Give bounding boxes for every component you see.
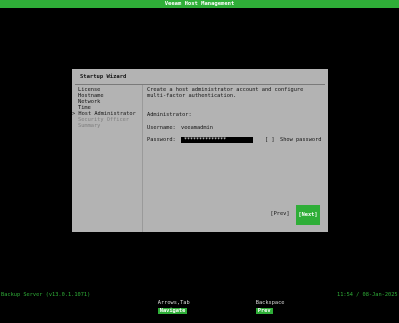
status-bar: Backup Server (v13.0.1.1071) Arrows,Tab … bbox=[0, 291, 399, 314]
username-value[interactable]: veeamadmin bbox=[181, 125, 213, 131]
navigate-action: Navigate bbox=[157, 308, 188, 314]
description-line-2: multi-factor authentication. bbox=[147, 93, 237, 99]
username-label: Username: bbox=[147, 125, 176, 131]
server-version: Backup Server (v13.0.1.1071) bbox=[1, 292, 91, 298]
next-button[interactable]: [Next] bbox=[296, 205, 320, 225]
dialog-title: Startup Wizard bbox=[80, 74, 127, 80]
vertical-divider bbox=[142, 85, 143, 232]
show-password-label[interactable]: Show password bbox=[280, 137, 321, 143]
arrows-tab-key: Arrows,Tab bbox=[157, 300, 190, 306]
prev-action: Prev bbox=[255, 308, 273, 314]
current-step-marker: > bbox=[72, 111, 76, 117]
password-field[interactable]: ************** bbox=[181, 137, 253, 143]
backspace-key: Backspace bbox=[255, 300, 285, 306]
startup-wizard-dialog: Startup Wizard License Hostname Network … bbox=[72, 69, 328, 232]
administrator-section-label: Administrator: bbox=[147, 112, 192, 118]
wizard-step-list: License Hostname Network Time > Host Adm… bbox=[72, 87, 148, 129]
app-title-bar: Veeam Host Management bbox=[0, 0, 399, 8]
navigate-hint: Arrows,Tab Navigate bbox=[145, 291, 190, 323]
prev-button[interactable]: [Prev] bbox=[268, 210, 292, 218]
prev-hint: Backspace Prev bbox=[243, 291, 284, 323]
show-password-checkbox[interactable]: [ ] bbox=[265, 137, 275, 143]
dialog-divider bbox=[75, 84, 325, 85]
clock: 11:54 / 08-Jan-2025 bbox=[337, 292, 398, 298]
password-label: Password: bbox=[147, 137, 176, 143]
wizard-step-summary: Summary bbox=[78, 123, 101, 129]
